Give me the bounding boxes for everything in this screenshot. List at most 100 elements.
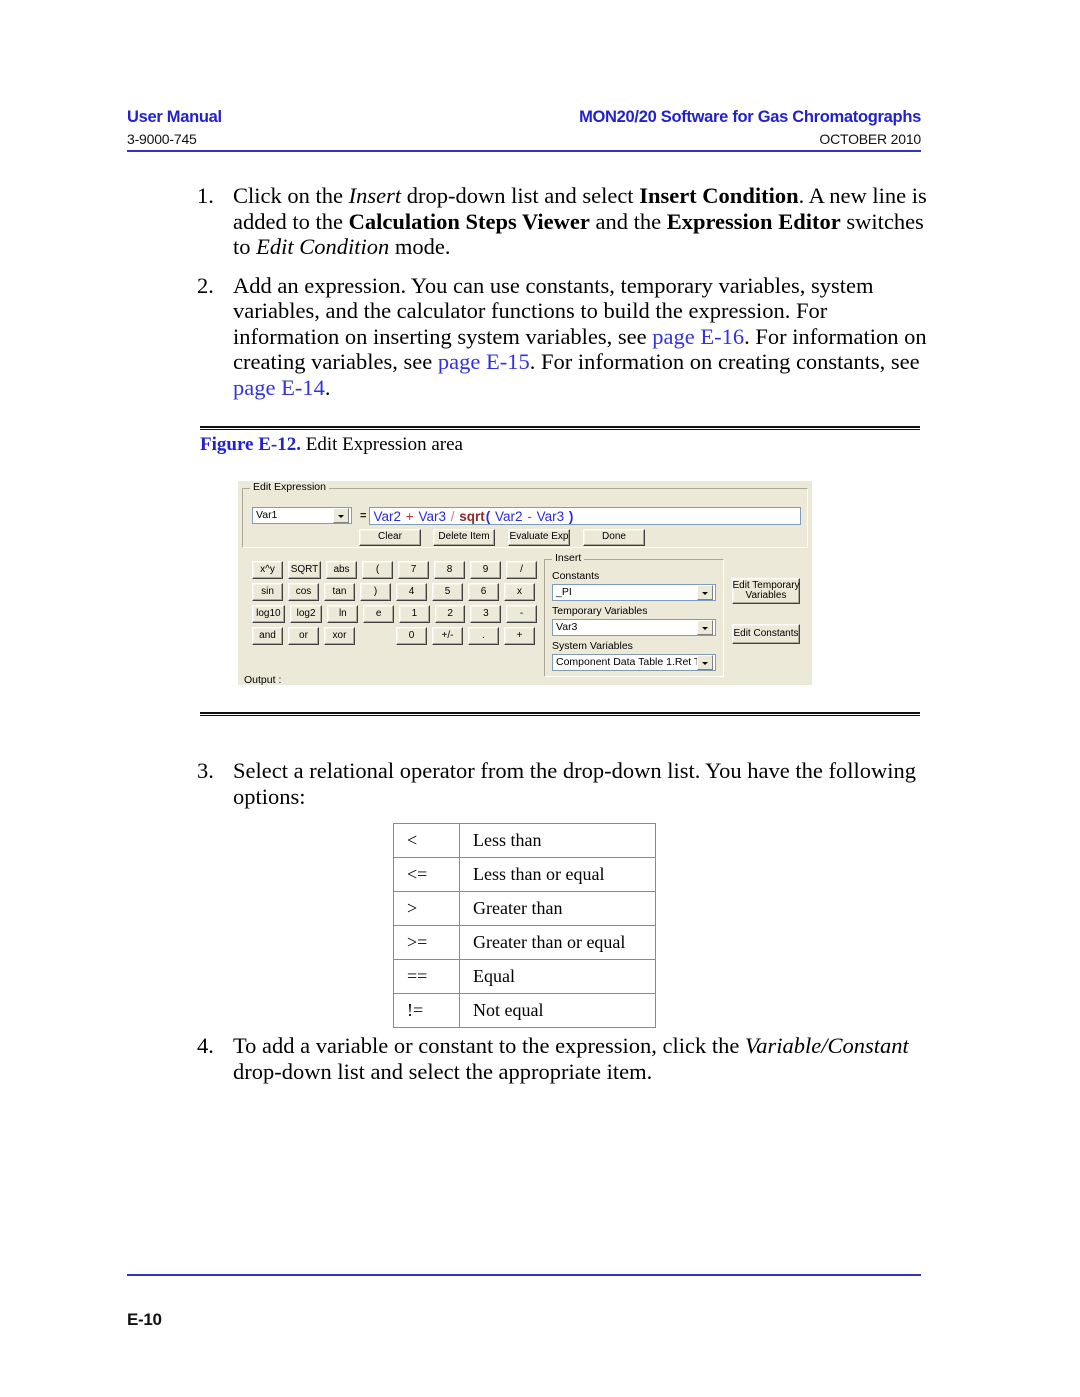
step-1-fragment-6: mode. xyxy=(389,234,451,260)
footer-page-number: E-10 xyxy=(127,1310,162,1329)
edit-expression-groupbox-title: Edit Expression xyxy=(250,482,329,493)
expression-token: Var2 xyxy=(373,509,402,524)
keypad-key-7[interactable]: 7 xyxy=(398,561,429,579)
header-meta-row: 3-9000-745 OCTOBER 2010 xyxy=(127,131,921,147)
keypad-key-[interactable]: + xyxy=(504,627,535,645)
system-variables-combo-value: Component Data Table 1.Ret Time xyxy=(556,656,697,668)
keypad-key-log10[interactable]: log10 xyxy=(252,605,285,623)
step-1-term-insert-condition: Insert Condition xyxy=(639,183,799,208)
header-date: OCTOBER 2010 xyxy=(819,131,921,147)
figure-caption-label: Figure E-12. xyxy=(200,434,301,455)
step-3-text: Select a relational operator from the dr… xyxy=(233,758,916,809)
constants-combo[interactable]: _PI xyxy=(552,584,716,601)
calculator-keypad: x^y SQRT abs (7 8 9 / sin cos tan) 4 5 6 x log10 log2 ln… xyxy=(252,561,542,649)
insert-groupbox-title: Insert xyxy=(552,553,585,564)
step-3-number: 3. xyxy=(197,758,214,783)
expression-token: + xyxy=(405,509,414,524)
step-1-term-calculation-steps-viewer: Calculation Steps Viewer xyxy=(348,208,590,234)
operator-symbol: > xyxy=(393,891,460,926)
step-2-fragment-4: . xyxy=(324,374,331,400)
keypad-key-e[interactable]: e xyxy=(363,605,394,623)
keypad-key-[interactable]: . xyxy=(468,627,499,645)
delete-item-button[interactable]: Delete Item xyxy=(433,529,495,546)
step-4: 4. To add a variable or constant to the … xyxy=(197,1033,927,1084)
temporary-variables-combo-value: Var3 xyxy=(556,621,578,633)
keypad-key-tan[interactable]: tan xyxy=(324,583,355,601)
edit-expression-screenshot: Edit Expression Var1 = Var2 + Var3 / sqr… xyxy=(238,481,812,685)
keypad-key-[interactable]: ) xyxy=(360,583,391,601)
keypad-key-6[interactable]: 6 xyxy=(468,583,499,601)
keypad-key-abs[interactable]: abs xyxy=(326,561,357,579)
expression-token: Var2 xyxy=(495,509,523,524)
step-4-fragment-1: To add a variable or constant to the exp… xyxy=(233,1033,746,1058)
variable-combo[interactable]: Var1 xyxy=(252,507,352,524)
step-2-text: Add an expression. You can use constants… xyxy=(233,273,927,401)
figure-caption: Figure E-12. Edit Expression area xyxy=(200,434,463,456)
edit-expression-groupbox: Edit Expression Var1 = Var2 + Var3 / sqr… xyxy=(242,482,808,548)
expression-token: sqrt xyxy=(459,509,485,524)
keypad-key-sin[interactable]: sin xyxy=(252,583,283,601)
step-4-term-variable-constant: Variable/Constant xyxy=(745,1033,909,1058)
keypad-key-sqrt[interactable]: SQRT xyxy=(288,561,321,579)
keypad-row: and or xor 0 +/-. + xyxy=(252,627,542,645)
keypad-key-xor[interactable]: xor xyxy=(324,627,355,645)
keypad-key-[interactable]: / xyxy=(506,561,537,579)
keypad-key-3[interactable]: 3 xyxy=(470,605,502,623)
keypad-key-8[interactable]: 8 xyxy=(434,561,465,579)
expression-input[interactable]: Var2 + Var3 / sqrt( Var2 - Var3 ) xyxy=(369,507,801,525)
step-3: 3. Select a relational operator from the… xyxy=(197,758,927,809)
table-row: >= Greater than or equal xyxy=(393,925,656,960)
step-1-term-insert: Insert xyxy=(348,183,402,208)
header-document-number: 3-9000-745 xyxy=(127,131,197,147)
chevron-down-icon[interactable] xyxy=(697,655,713,670)
operator-symbol: <= xyxy=(393,857,460,892)
edit-constants-button[interactable]: Edit Constants xyxy=(732,624,800,644)
keypad-key-2[interactable]: 2 xyxy=(434,605,466,623)
step-2-number: 2. xyxy=(197,272,214,298)
link-page-e-16[interactable]: page E-16 xyxy=(652,324,744,349)
keypad-key-1[interactable]: 1 xyxy=(398,605,430,623)
step-1-fragment-4: and the xyxy=(589,208,667,234)
edit-temporary-variables-button[interactable]: Edit Temporary Variables xyxy=(732,578,800,604)
system-variables-combo[interactable]: Component Data Table 1.Ret Time xyxy=(552,654,716,671)
table-row: != Not equal xyxy=(393,993,656,1028)
keypad-key-[interactable]: ( xyxy=(362,561,393,579)
temporary-variables-combo[interactable]: Var3 xyxy=(552,619,716,636)
step-1-text: Click on the Insert drop-down list and s… xyxy=(233,183,927,260)
keypad-key-x[interactable]: x xyxy=(504,583,535,601)
operator-symbol: >= xyxy=(393,925,460,960)
expression-token: Var3 xyxy=(418,509,446,524)
link-page-e-15[interactable]: page E-15 xyxy=(438,349,530,374)
table-row: == Equal xyxy=(393,959,656,994)
chevron-down-icon[interactable] xyxy=(333,508,349,523)
footer-divider xyxy=(127,1274,921,1276)
chevron-down-icon[interactable] xyxy=(697,620,713,635)
step-1-number: 1. xyxy=(197,183,214,208)
done-button[interactable]: Done xyxy=(583,529,645,546)
keypad-key-9[interactable]: 9 xyxy=(470,561,501,579)
keypad-key-x-y[interactable]: x^y xyxy=(252,561,283,579)
keypad-key-log2[interactable]: log2 xyxy=(289,605,323,623)
chevron-down-icon[interactable] xyxy=(697,585,713,600)
keypad-key-4[interactable]: 4 xyxy=(396,583,427,601)
output-label: Output : xyxy=(244,674,282,685)
keypad-key-cos[interactable]: cos xyxy=(288,583,319,601)
keypad-row: log10 log2 ln e 1 2 3- xyxy=(252,605,542,623)
keypad-key-and[interactable]: and xyxy=(252,627,283,645)
step-4-fragment-2: drop-down list and select the appropriat… xyxy=(233,1058,653,1084)
clear-button[interactable]: Clear xyxy=(359,529,421,546)
keypad-key-ln[interactable]: ln xyxy=(327,605,359,623)
keypad-key-0[interactable]: 0 xyxy=(396,627,427,645)
expression-token: Var3 xyxy=(536,509,565,524)
keypad-key-[interactable]: - xyxy=(506,605,537,623)
operator-description: Less than or equal xyxy=(459,857,656,892)
keypad-key-or[interactable]: or xyxy=(288,627,319,645)
expression-token: / xyxy=(450,509,455,524)
link-page-e-14[interactable]: page E-14 xyxy=(233,375,325,400)
keypad-key-5[interactable]: 5 xyxy=(432,583,463,601)
evaluate-exp-button[interactable]: Evaluate Exp xyxy=(508,529,570,546)
keypad-key-[interactable]: +/- xyxy=(432,627,463,645)
header-title-row: User Manual MON20/20 Software for Gas Ch… xyxy=(127,108,921,127)
step-1: 1. Click on the Insert drop-down list an… xyxy=(197,183,927,260)
operator-description: Greater than xyxy=(459,891,656,926)
